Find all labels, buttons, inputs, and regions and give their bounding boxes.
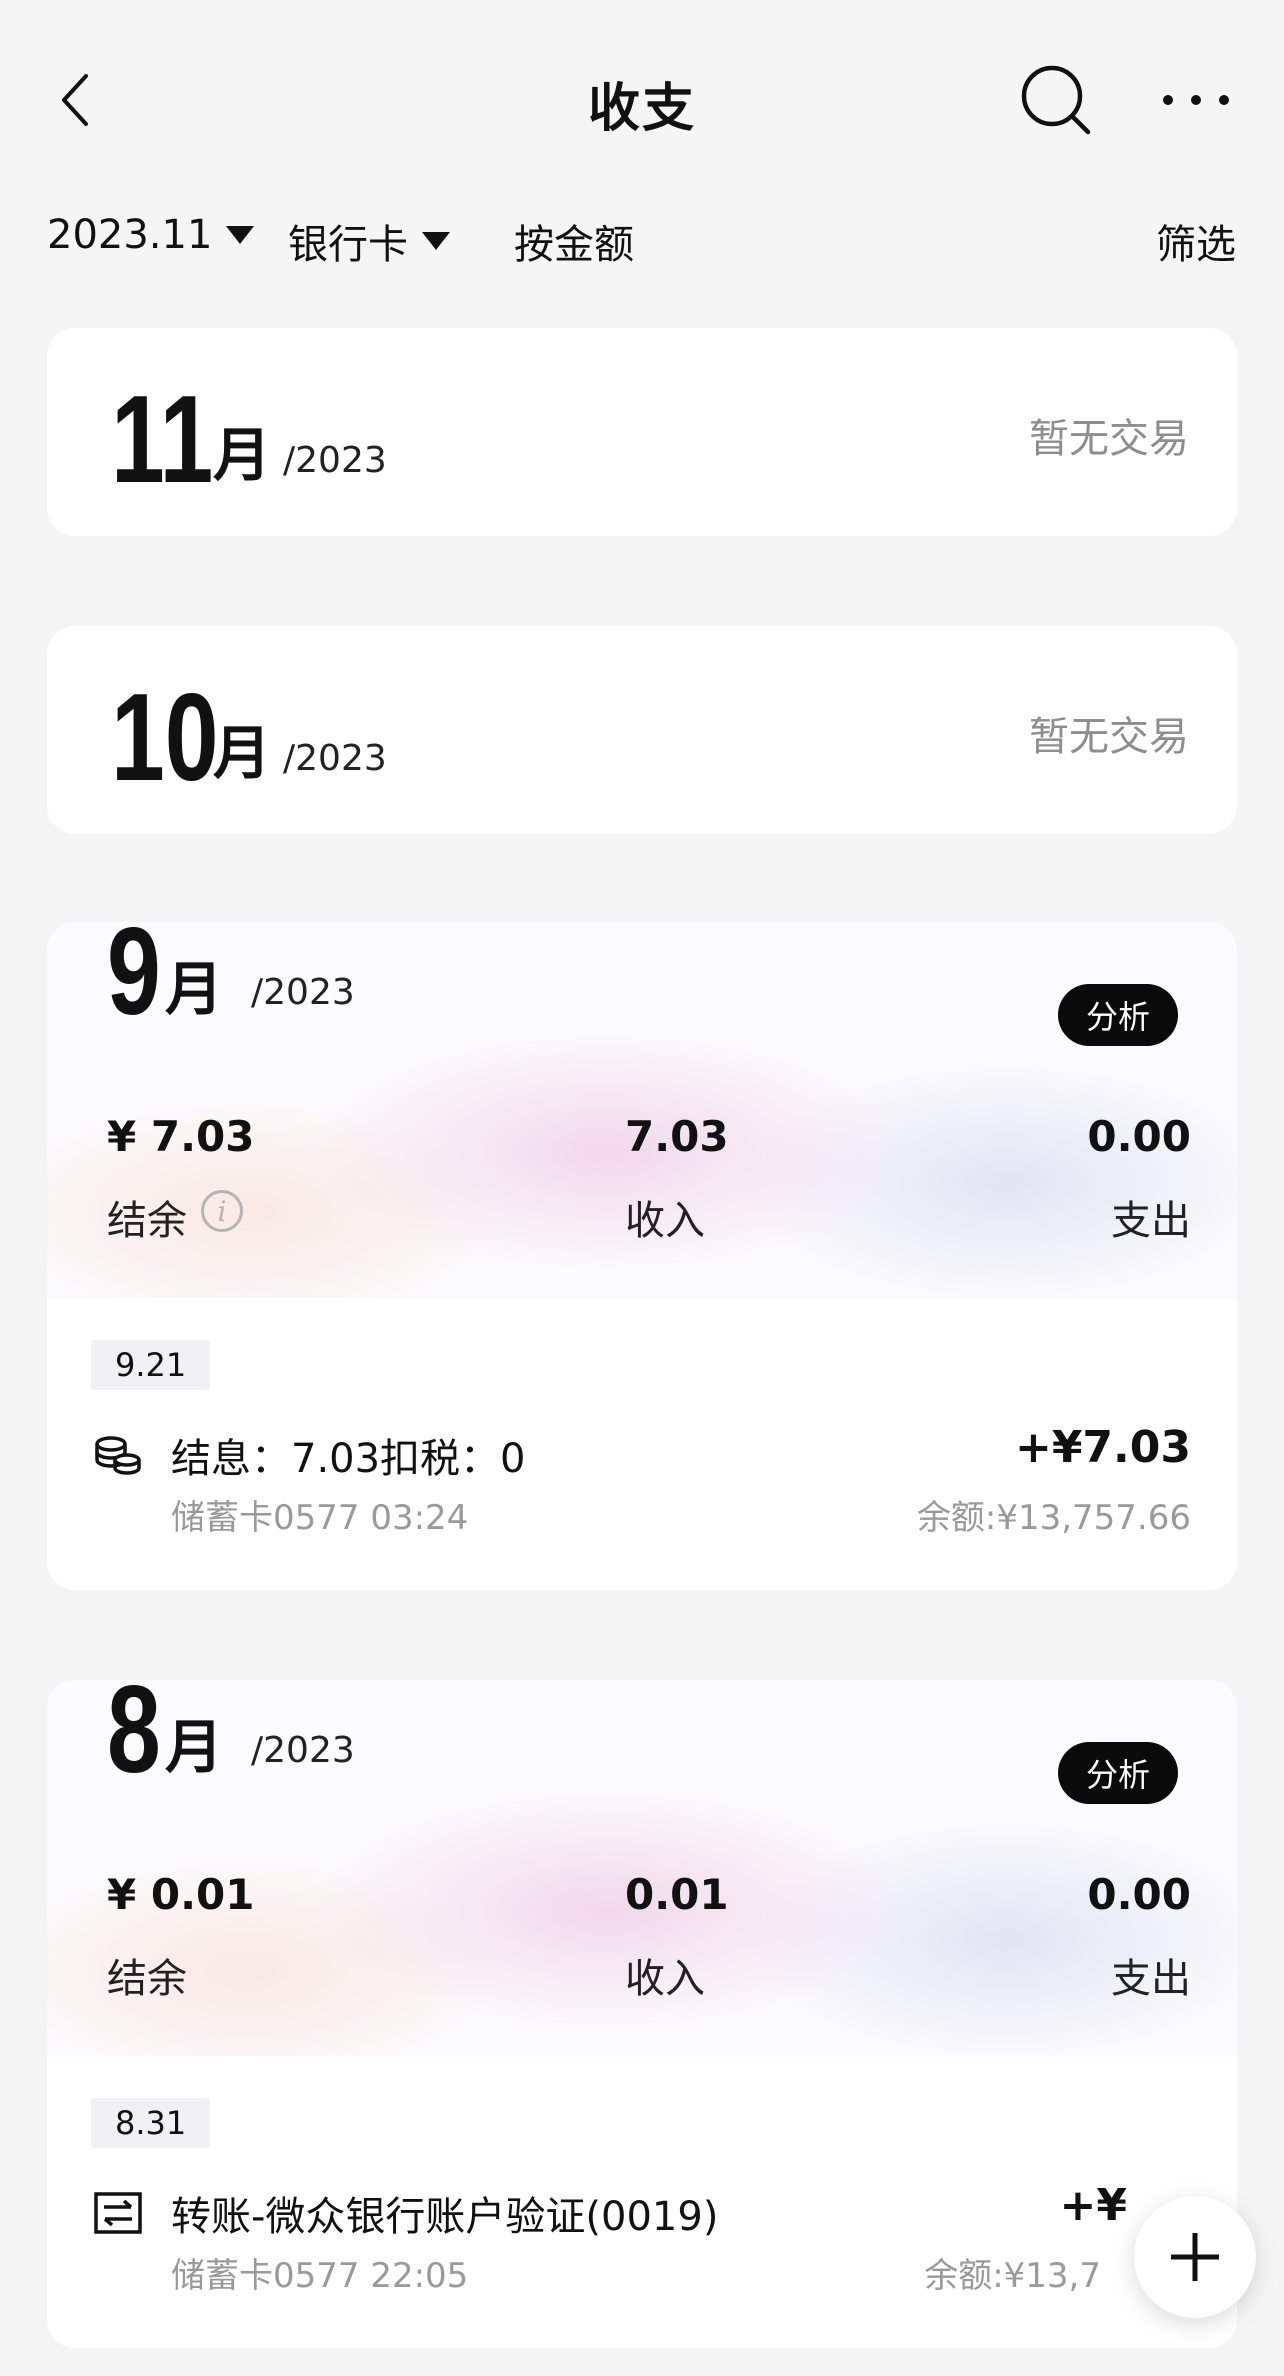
transaction-title: 结息：7.03扣税：0 [171,1436,526,1482]
transfer-icon [94,2192,142,2234]
balance-label: 结余 [107,1956,187,2002]
filter-button[interactable]: 筛选 [1156,212,1236,270]
balance-amount: ¥ 0.01 [107,1870,255,1919]
dropdown-arrow-icon [422,232,450,250]
month-selector[interactable]: 2023.11 [47,212,255,258]
month-year: /2023 [251,1730,355,1771]
month-char: 月 [165,955,224,1023]
filter-bar: 2023.11 银行卡 按金额 筛选 [0,200,1284,280]
info-icon[interactable]: i [201,1190,243,1232]
transaction-balance: 余额:¥13,757.66 [916,1498,1191,1538]
month-char: 月 [213,719,272,787]
month-number: 9 [107,922,161,1041]
month-card-november[interactable]: 11 月 /2023 暂无交易 [47,328,1237,536]
transaction-balance: 余额:¥13,7 [924,2256,1101,2296]
income-label: 收入 [625,1956,705,2002]
filter-button-label: 筛选 [1156,222,1236,268]
month-year: /2023 [283,440,387,481]
analyze-button[interactable]: 分析 [1058,984,1178,1046]
income-amount: 0.01 [625,1870,729,1919]
sort-by-amount-label: 按金额 [514,222,634,268]
date-tag: 9.21 [91,1340,211,1390]
month-selector-label: 2023.11 [47,212,213,258]
date-tag: 8.31 [91,2098,211,2148]
expense-label: 支出 [1111,1198,1191,1244]
expense-label: 支出 [1111,1956,1191,2002]
more-icon[interactable] [1160,80,1232,120]
coins-icon [95,1436,141,1475]
account-selector[interactable]: 银行卡 [288,212,450,270]
account-selector-label: 银行卡 [288,222,408,268]
no-transactions-text: 暂无交易 [1029,416,1189,462]
month-number: 11 [111,371,214,509]
search-icon[interactable] [1016,60,1096,140]
analyze-button[interactable]: 分析 [1058,1742,1178,1804]
month-card-september: 9 月 /2023 分析 ¥ 7.03 结余 i 7.03 收入 0.00 支出… [47,922,1237,1590]
month-char: 月 [213,421,272,489]
nav-bar: 收支 [0,0,1284,200]
add-button[interactable] [1134,2196,1256,2318]
dropdown-arrow-icon [226,226,255,244]
sort-by-amount[interactable]: 按金额 [514,212,634,270]
transaction-amount: +¥ [1059,2180,1127,2231]
income-label: 收入 [625,1198,705,1244]
month-year: /2023 [251,972,355,1013]
month-summary[interactable]: 8 月 /2023 分析 ¥ 0.01 结余 0.01 收入 0.00 支出 [47,1680,1237,2056]
transaction-subtitle: 储蓄卡0577 03:24 [171,1498,469,1538]
month-number: 8 [107,1680,161,1799]
balance-amount: ¥ 7.03 [107,1112,255,1161]
expense-amount: 0.00 [1087,1870,1191,1919]
transaction-amount: +¥7.03 [1014,1422,1191,1473]
no-transactions-text: 暂无交易 [1029,714,1189,760]
balance-label: 结余 [107,1198,187,1244]
month-summary[interactable]: 9 月 /2023 分析 ¥ 7.03 结余 i 7.03 收入 0.00 支出 [47,922,1237,1298]
transaction-subtitle: 储蓄卡0577 22:05 [171,2256,469,2296]
expense-amount: 0.00 [1087,1112,1191,1161]
income-amount: 7.03 [625,1112,729,1161]
transaction-title: 转账-微众银行账户验证(0019) [171,2194,719,2240]
month-char: 月 [165,1713,224,1781]
month-number: 10 [111,669,219,807]
month-card-august: 8 月 /2023 分析 ¥ 0.01 结余 0.01 收入 0.00 支出 8… [47,1680,1237,2348]
month-card-october[interactable]: 10 月 /2023 暂无交易 [47,626,1237,834]
month-year: /2023 [283,738,387,779]
